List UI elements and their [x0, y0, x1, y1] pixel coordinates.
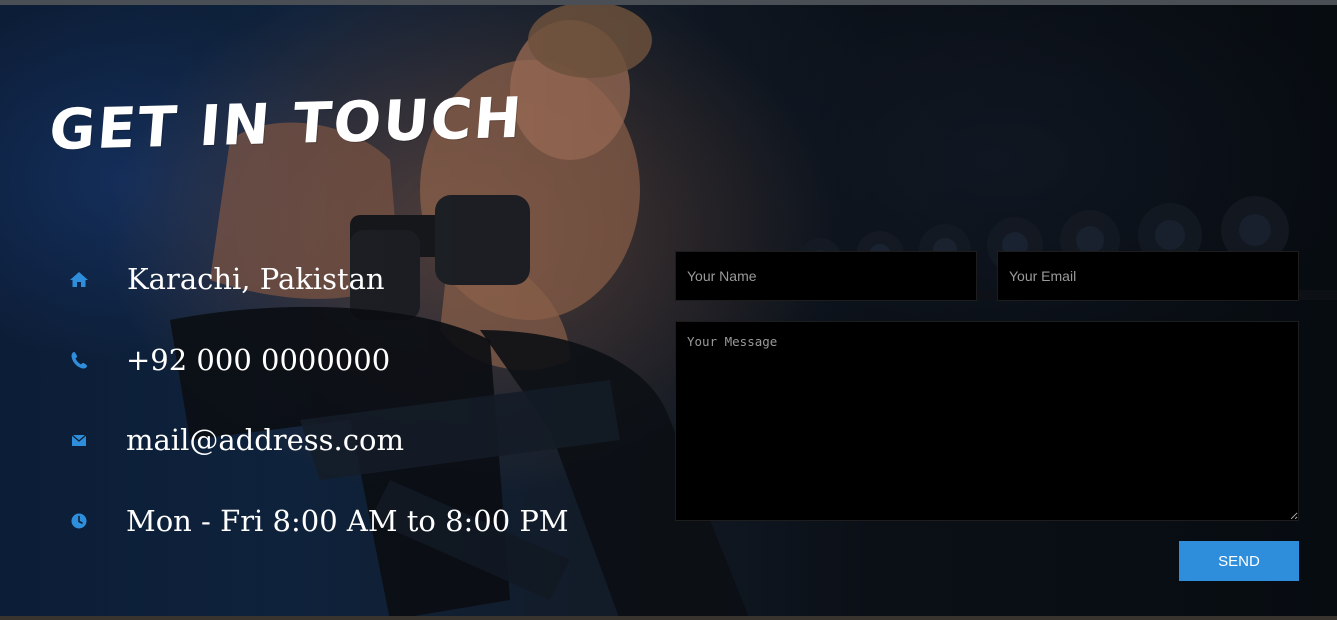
address-text: Karachi, Pakistan [127, 262, 385, 296]
email-text: mail@address.com [126, 423, 404, 457]
send-button[interactable]: SEND [1179, 541, 1299, 581]
contact-item-address: Karachi, Pakistan [68, 262, 385, 296]
contact-item-email: mail@address.com [68, 423, 404, 457]
hours-text: Mon - Fri 8:00 AM to 8:00 PM [126, 504, 569, 538]
page-title: GET IN TOUCH [46, 85, 526, 164]
name-input[interactable] [675, 251, 977, 301]
envelope-icon [68, 429, 90, 451]
phone-text: +92 000 0000000 [126, 343, 391, 377]
home-icon [68, 268, 90, 290]
contact-item-hours: Mon - Fri 8:00 AM to 8:00 PM [68, 504, 569, 538]
email-input[interactable] [997, 251, 1299, 301]
contact-item-phone: +92 000 0000000 [68, 343, 390, 377]
phone-icon [68, 349, 90, 371]
contact-section: GET IN TOUCH Karachi, Pakistan +92 000 0… [0, 0, 1337, 620]
message-textarea[interactable] [675, 321, 1299, 521]
clock-icon [68, 510, 90, 532]
top-divider [0, 0, 1337, 5]
bottom-divider [0, 616, 1337, 620]
